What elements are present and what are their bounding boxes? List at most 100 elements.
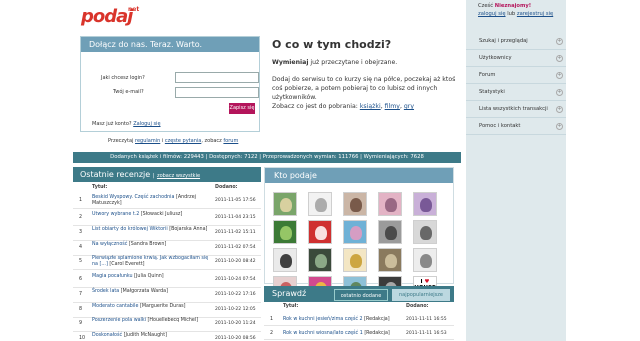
check-title-link[interactable]: Rok w kuchni jesień/zima część 2 [Redakc… (283, 317, 390, 322)
rules-link[interactable]: regulamin (135, 138, 160, 144)
avatar-shape (315, 254, 327, 268)
check-title-text[interactable]: Rok w kuchni wiosna/lato część 1 (283, 331, 363, 336)
sidebar-item-users[interactable]: Użytkownicy + (466, 50, 566, 67)
review-title-link[interactable]: Moderato cantabile (92, 304, 138, 309)
reviews-header: Ostatnie recenzje | zobacz wszystkie (73, 167, 261, 182)
signup-button[interactable]: Zapisz się (229, 103, 255, 114)
review-date: 2011-11-05 17:56 (215, 198, 256, 203)
avatar-flag[interactable] (308, 220, 332, 244)
reviews-see-all[interactable]: zobacz wszystkie (157, 173, 200, 179)
review-row: 10 Doskonałość [Judith McNaught] 2011-10-2… (73, 332, 261, 341)
review-date: 2011-10-20 08:56 (215, 336, 256, 341)
sidebar-register-link[interactable]: zarejestruj się (517, 11, 553, 17)
check-title-link[interactable]: Rok w kuchni wiosna/lato część 1 [Redakc… (283, 331, 390, 336)
avatar-face[interactable] (378, 220, 402, 244)
review-date: 2011-11-02 15:11 (215, 230, 256, 235)
stats-bar: Dodanych książek i filmów: 229443 | Dost… (73, 152, 461, 163)
avatar-shape (385, 226, 397, 240)
avatar-dark[interactable] (308, 248, 332, 272)
link-games[interactable]: gry (404, 103, 414, 110)
link-films[interactable]: filmy (385, 103, 400, 110)
review-author: [Sandra Brown] (128, 242, 167, 247)
avatar-shape (420, 198, 432, 212)
avatar-drawing[interactable] (308, 192, 332, 216)
check-panel: Sprawdź ostatnio dodane najpopularniejsz… (264, 286, 454, 341)
sidebar-item-label: Pomoc i kontakt (479, 123, 521, 129)
greet-name: Nieznajomy! (494, 3, 532, 9)
sidebar-login-link[interactable]: zaloguj się (478, 11, 506, 17)
about-p3: Zobacz co jest do pobrania: (272, 103, 358, 110)
avatar-shape (385, 254, 397, 268)
avatar-shape (315, 198, 327, 212)
review-date: 2011-10-20 08:42 (215, 259, 256, 264)
review-row: 9 Poszerzenie pola walki [Houellebecq Mic… (73, 317, 261, 332)
tab-popular[interactable]: najpopularniejsze (392, 289, 450, 301)
reviews-panel: Ostatnie recenzje | zobacz wszystkie Tyt… (73, 167, 261, 341)
check-title: Sprawdź (272, 289, 307, 298)
avatar-purple[interactable] (413, 192, 437, 216)
check-author: [Redakcja] (364, 317, 390, 322)
login-link[interactable]: Zaloguj się (133, 121, 160, 127)
who-gives-panel: Kto podaje I ♥HOUSEMUSIC (264, 167, 454, 300)
review-author: [Julia Quinn] (134, 274, 164, 279)
review-row: 2 Utwory wybrane t.2 [Słowacki Juliusz] 20… (73, 211, 261, 226)
review-number: 1 (79, 198, 83, 203)
sidebar-item-stats[interactable]: Statystyki + (466, 84, 566, 101)
review-row: 7 Środek lata [Małgorzata Warda] 2011-10-2… (73, 288, 261, 303)
review-title-link[interactable]: Na wyłączność (92, 242, 127, 247)
review-title-link[interactable]: Beskid Wyspowy. Część zachodnia (92, 195, 174, 200)
avatar-green[interactable] (273, 220, 297, 244)
review-title-link[interactable]: Doskonałość (92, 333, 122, 338)
avatar-cat[interactable] (413, 248, 437, 272)
plus-icon: + (556, 123, 563, 130)
avatar-doll[interactable] (343, 220, 367, 244)
who-gives-title: Kto podaje (265, 168, 453, 183)
check-header: Sprawdź ostatnio dodane najpopularniejsz… (264, 286, 454, 302)
reviews-col-title: Tytuł: (92, 185, 108, 190)
avatar-sketch[interactable] (413, 220, 437, 244)
tab-latest[interactable]: ostatnio dodane (334, 289, 388, 301)
avatar-shape (350, 198, 362, 212)
plus-icon: + (556, 106, 563, 113)
review-entry: Beskid Wyspowy. Część zachodnia [Andrzej… (92, 195, 212, 207)
check-title-text[interactable]: Rok w kuchni jesień/zima część 2 (283, 317, 363, 322)
review-entry: Moderato cantabile [Marguerite Duras] (92, 304, 212, 310)
review-author: [Słowacki Juliusz] (140, 212, 183, 217)
avatar-flower[interactable] (343, 248, 367, 272)
avatar-shape (315, 226, 327, 240)
sidebar-item-search[interactable]: Szukaj i przeglądaj + (466, 33, 566, 50)
avatar-girl[interactable] (343, 192, 367, 216)
sidebar-item-transactions[interactable]: Lista wszystkich transakcji + (466, 101, 566, 118)
site-logo[interactable]: podaj net (78, 4, 148, 32)
review-title-link[interactable]: Magia pocałunku (92, 274, 133, 279)
join-panel: Dołącz do nas. Teraz. Warto. Jaki chcesz… (80, 36, 260, 132)
reviews-title: Ostatnie recenzje (80, 170, 151, 179)
review-number: 5 (79, 259, 83, 264)
login-input[interactable] (175, 72, 259, 83)
plus-icon: + (556, 72, 563, 79)
avatar-palm[interactable] (273, 192, 297, 216)
email-label: Twój e-mail? (113, 89, 144, 95)
avatar-eye[interactable] (273, 248, 297, 272)
email-input[interactable] (175, 87, 259, 98)
review-number: 7 (79, 292, 83, 297)
faq-link[interactable]: częste pytania (165, 138, 201, 144)
login-label: Jaki chcesz login? (101, 75, 145, 81)
review-title-link[interactable]: Środek lata (92, 289, 119, 294)
sidebar-item-forum[interactable]: Forum + (466, 67, 566, 84)
avatar-pink[interactable] (378, 192, 402, 216)
review-title-link[interactable]: Poszerzenie pola walki (92, 318, 146, 323)
plus-icon: + (556, 55, 563, 62)
review-row: 6 Magia pocałunku [Julia Quinn] 2011-10-24… (73, 273, 261, 288)
sidebar-item-label: Lista wszystkich transakcji (479, 106, 548, 112)
link-books[interactable]: książki (360, 103, 381, 110)
sidebar-menu: Szukaj i przeglądaj + Użytkownicy + Forum + St… (466, 33, 566, 135)
review-title-link[interactable]: List obiarty do królowej Wiktorii (92, 227, 168, 232)
plus-icon: + (556, 89, 563, 96)
review-title-link[interactable]: Utwory wybrane t.2 (92, 212, 139, 217)
avatar-sepia[interactable] (378, 248, 402, 272)
plus-icon: + (556, 38, 563, 45)
check-date: 2011-11-11 16:55 (406, 317, 447, 322)
sidebar-item-help[interactable]: Pomoc i kontakt + (466, 118, 566, 135)
forum-link[interactable]: forum (223, 138, 238, 144)
